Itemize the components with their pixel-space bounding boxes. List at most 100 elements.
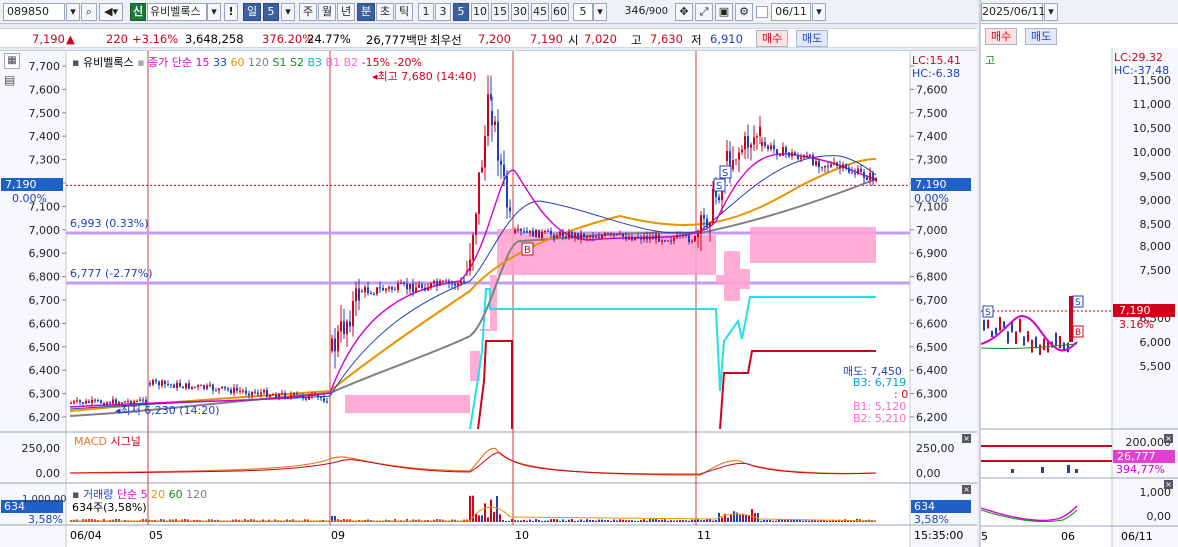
horizontal-line-2-label[interactable]: 6,777 (-2.77%) xyxy=(70,267,152,280)
minute-option-30[interactable]: 30 xyxy=(511,3,529,21)
minute-option-15[interactable]: 15 xyxy=(491,3,509,21)
right-price-pct: 0.00% xyxy=(914,192,949,205)
high-price: 7,630 xyxy=(650,32,683,46)
mini-date-dropdown-icon[interactable]: ▾ xyxy=(1044,3,1058,21)
stock-code-input[interactable]: 089850 xyxy=(3,3,65,21)
date-dropdown-icon[interactable]: ▾ xyxy=(812,3,826,21)
right-price-tick: 6,200 xyxy=(916,411,948,424)
mini-macd-close-icon[interactable]: × xyxy=(1164,480,1173,489)
tab-tick[interactable]: 틱 xyxy=(395,3,413,21)
right-price-tick: 6,500 xyxy=(916,341,948,354)
total-volume: 3,648,258 xyxy=(185,32,244,46)
mini-buy-button[interactable]: 매수 xyxy=(985,28,1018,45)
sell-button[interactable]: 매도 xyxy=(796,30,829,47)
legend-ma60: 60 xyxy=(230,56,245,69)
mini-price-tick: 5,500 xyxy=(1140,360,1172,373)
volume-close-icon[interactable]: × xyxy=(962,485,971,494)
period-day-button[interactable]: 일 xyxy=(243,3,261,21)
legend-s1: S1 xyxy=(272,56,287,69)
legend-stock-name: 유비벨록스 xyxy=(82,56,134,69)
main-chart[interactable]: SSB 7,700 7,600 7,500 7,400 7,300 7,100 7,000 6… xyxy=(0,50,977,547)
alert-icon[interactable]: ! xyxy=(224,3,238,21)
right-price-tick: 6,900 xyxy=(916,247,948,260)
macd-right-tick: 0,00 xyxy=(916,467,941,480)
cross-tool-icon[interactable]: ✥ xyxy=(675,3,693,21)
interval-dropdown-icon[interactable]: ▾ xyxy=(593,3,607,21)
minute-option-1[interactable]: 1 xyxy=(418,3,434,21)
mini-price-tick: 7,500 xyxy=(1140,264,1172,277)
right-price-tick: 6,600 xyxy=(916,317,948,330)
right-volume-tag: 634 xyxy=(911,500,971,513)
mini-sell-button[interactable]: 매도 xyxy=(1025,28,1058,45)
up-arrow-icon: ▲ xyxy=(66,32,75,46)
period-count-field[interactable]: 5 xyxy=(263,3,279,21)
price-change: 220 xyxy=(106,32,128,46)
volume-ma120: 120 xyxy=(186,488,208,501)
macd-left-tick: 250,00 xyxy=(22,442,61,455)
minute-option-60[interactable]: 60 xyxy=(551,3,569,21)
turnover-rate: 24.77% xyxy=(307,32,351,46)
mini-date-input[interactable]: 2025/06/11 xyxy=(981,3,1045,21)
right-price-tick: 7,300 xyxy=(916,154,948,167)
signal-badge-text: S xyxy=(716,181,722,192)
minute-option-45[interactable]: 45 xyxy=(531,3,549,21)
volume-ma20: 20 xyxy=(151,488,166,501)
tab-minute[interactable]: 분 xyxy=(357,3,375,21)
mini-chart-panel[interactable]: 2025/06/11 ▾ 매수 매도 11,500 11,000 10,500 10,… xyxy=(979,0,1178,547)
data-count: 346/900 xyxy=(624,4,668,17)
right-price-tick: 7,400 xyxy=(916,130,948,143)
minute-option-3[interactable]: 3 xyxy=(435,3,451,21)
high-label: 고 xyxy=(631,33,642,47)
search-icon[interactable]: ⌕ xyxy=(81,3,97,21)
volume-current: 634주(3,58%) xyxy=(72,501,147,514)
right-price-tick: 7,600 xyxy=(916,83,948,96)
left-price-tick: 7,600 xyxy=(29,83,61,96)
mini-volume-close-icon[interactable]: × xyxy=(1164,434,1173,443)
left-price-tick: 6,700 xyxy=(29,294,61,307)
mini-amount-tag: 26,777 xyxy=(1113,450,1175,463)
toolbar: 089850 ▾ ⌕ ◀▾ 신 유비벨록스 ▾ ! 일 5 ▾ 주 월 년 분 … xyxy=(0,0,977,24)
date-checkbox[interactable] xyxy=(756,6,768,18)
tab-month[interactable]: 월 xyxy=(318,3,336,21)
price-change-pct: +3.16% xyxy=(132,32,179,46)
volume-ma60: 60 xyxy=(168,488,183,501)
stock-name-field[interactable]: 유비벨록스 xyxy=(147,3,207,21)
minute-option-10[interactable]: 10 xyxy=(471,3,489,21)
period-count-dropdown-icon[interactable]: ▾ xyxy=(281,3,295,21)
legend-ma33: 33 xyxy=(213,56,228,69)
signal-badge-text: S xyxy=(722,168,728,179)
tab-second[interactable]: 초 xyxy=(376,3,394,21)
save-icon[interactable]: ▣ xyxy=(715,3,733,21)
speaker-icon[interactable]: ◀▾ xyxy=(99,3,123,21)
macd-close-icon[interactable]: × xyxy=(962,434,971,443)
right-price-tick: 6,400 xyxy=(916,364,948,377)
tab-week[interactable]: 주 xyxy=(299,3,317,21)
horizontal-line-1-label[interactable]: 6,993 (0.33%) xyxy=(70,217,149,230)
right-price-tick: 6,700 xyxy=(916,294,948,307)
code-dropdown-icon[interactable]: ▾ xyxy=(66,3,80,21)
x-label-09: 09 xyxy=(331,529,345,542)
pink-band-1 xyxy=(330,229,716,429)
line-tool-icon[interactable]: ⤢ xyxy=(695,3,713,21)
chart-canvas[interactable]: SSB 7,7007,6007,5007,4007,3007,1007,0006… xyxy=(0,51,977,547)
buy-button[interactable]: 매수 xyxy=(756,30,789,47)
x-label-05: 05 xyxy=(149,529,163,542)
signal-badge-text: B xyxy=(524,245,531,256)
stock-name-dropdown-icon[interactable]: ▾ xyxy=(207,3,221,21)
minute-option-5[interactable]: 5 xyxy=(453,3,469,21)
left-price-tick: 7,400 xyxy=(29,130,61,143)
high-marker: ◂최고 7,680 (14:40) xyxy=(372,70,477,83)
b3-line xyxy=(469,288,876,430)
gear-icon[interactable]: ⚙ xyxy=(735,3,753,21)
x-label-11: 11 xyxy=(697,529,711,542)
interval-input[interactable]: 5 xyxy=(573,3,593,21)
date-input[interactable]: 06/11 xyxy=(771,3,811,21)
trade-amount: 26,777백만 xyxy=(366,33,428,47)
left-price-tick: 6,500 xyxy=(29,341,61,354)
low-price: 6,910 xyxy=(710,32,743,46)
macd-left-tick: 0,00 xyxy=(36,467,61,480)
indicator-grid-icon[interactable]: ▤ xyxy=(4,73,15,87)
tab-year[interactable]: 년 xyxy=(337,3,355,21)
legend-b3: B3 xyxy=(307,56,323,69)
chart-menu-icon[interactable]: ▦ xyxy=(4,53,20,69)
